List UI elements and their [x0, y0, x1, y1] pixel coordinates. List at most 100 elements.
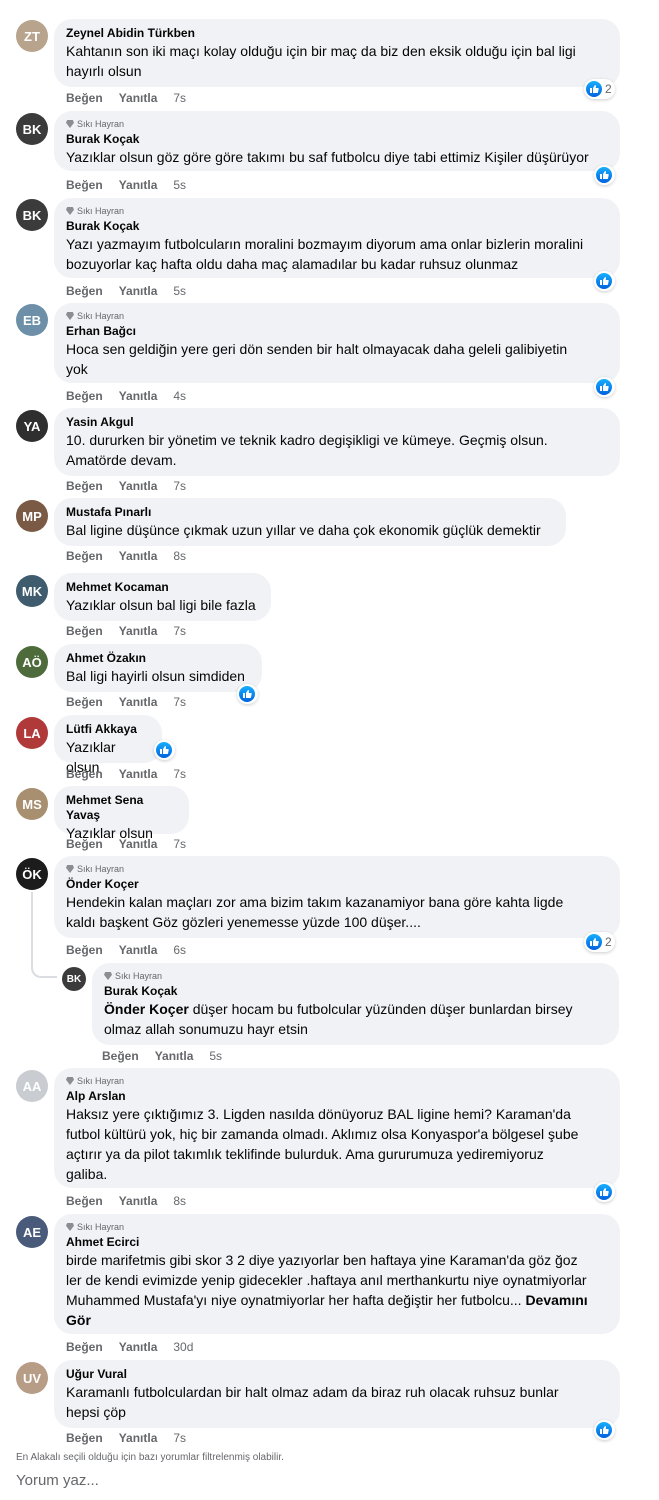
avatar[interactable]: MS [16, 788, 48, 820]
reaction-count[interactable]: 2 [584, 79, 615, 99]
comment-author[interactable]: Lütfi Akkaya [66, 722, 150, 737]
comment-time[interactable]: 30d [173, 1339, 193, 1355]
reply-button[interactable]: Yanıtla [119, 942, 158, 958]
avatar[interactable]: EB [16, 304, 48, 336]
comment-time[interactable]: 7s [173, 1430, 186, 1446]
like-button[interactable]: Beğen [66, 766, 103, 782]
reply-button[interactable]: Yanıtla [119, 177, 158, 193]
reply-button[interactable]: Yanıtla [155, 1048, 194, 1064]
like-button[interactable]: Beğen [66, 694, 103, 710]
comment-author[interactable]: Mustafa Pınarlı [66, 505, 554, 520]
comment-time[interactable]: 6s [173, 942, 186, 958]
like-button[interactable]: Beğen [66, 836, 103, 852]
reply-button[interactable]: Yanıtla [119, 388, 158, 404]
comment-author[interactable]: Ahmet Özakın [66, 651, 250, 666]
avatar[interactable]: MP [16, 500, 48, 532]
comment-text: Bal ligi hayirli olsun simdiden [66, 668, 245, 684]
avatar[interactable]: BK [62, 967, 86, 991]
like-button[interactable]: Beğen [66, 623, 103, 639]
comment-actions: Beğen Yanıtla 5s [66, 283, 186, 299]
like-reaction-icon [596, 1422, 612, 1438]
diamond-icon [104, 972, 112, 980]
reaction-count[interactable] [594, 1420, 615, 1440]
reply-button[interactable]: Yanıtla [119, 766, 158, 782]
avatar[interactable]: MK [16, 575, 48, 607]
reply-button[interactable]: Yanıtla [119, 548, 158, 564]
comment-author[interactable]: Erhan Bağcı [66, 324, 608, 339]
comment-time[interactable]: 8s [173, 548, 186, 564]
fan-badge: Sıkı Hayran [66, 118, 608, 130]
reply-button[interactable]: Yanıtla [119, 478, 158, 494]
like-button[interactable]: Beğen [66, 478, 103, 494]
comment-time[interactable]: 4s [173, 388, 186, 404]
comment-author[interactable]: Ahmet Ecirci [66, 1235, 608, 1250]
reply-button[interactable]: Yanıtla [119, 836, 158, 852]
mention-link[interactable]: Önder Koçer [104, 1001, 189, 1017]
comment-actions: Beğen Yanıtla 6s [66, 942, 186, 958]
reaction-count[interactable] [237, 684, 258, 704]
like-button[interactable]: Beğen [66, 1430, 103, 1446]
comment-author[interactable]: Burak Koçak [66, 219, 608, 234]
comment-text: Önder Koçer düşer hocam bu futbolcular y… [104, 1001, 573, 1037]
see-more-link[interactable]: Devamını [525, 1292, 587, 1308]
comment-time[interactable]: 5s [173, 283, 186, 299]
comment-time[interactable]: 7s [173, 836, 186, 852]
avatar[interactable]: ZT [16, 20, 48, 52]
comment-author[interactable]: Zeynel Abidin Türkben [66, 26, 608, 41]
write-comment-input[interactable]: Yorum yaz... [16, 1472, 616, 1492]
comment-time[interactable]: 7s [173, 90, 186, 106]
comment-author[interactable]: Burak Koçak [104, 984, 607, 999]
like-button[interactable]: Beğen [66, 388, 103, 404]
reaction-count[interactable] [594, 377, 615, 397]
avatar[interactable]: UV [16, 1362, 48, 1394]
reaction-count[interactable] [594, 271, 615, 291]
comment-bubble: Zeynel Abidin Türkben Kahtanın son iki m… [54, 19, 620, 87]
comment-time[interactable]: 5s [209, 1048, 222, 1064]
comment-author[interactable]: Yasin Akgul [66, 415, 608, 430]
like-reaction-icon [586, 81, 602, 97]
comment-time[interactable]: 7s [173, 623, 186, 639]
comment-time[interactable]: 7s [173, 478, 186, 494]
comment-time[interactable]: 7s [173, 766, 186, 782]
reaction-count[interactable] [154, 740, 175, 760]
comment-author[interactable]: Alp Arslan [66, 1089, 608, 1104]
reply-button[interactable]: Yanıtla [119, 283, 158, 299]
like-button[interactable]: Beğen [102, 1048, 139, 1064]
reply-button[interactable]: Yanıtla [119, 1430, 158, 1446]
reaction-count[interactable]: 2 [584, 932, 615, 952]
like-button[interactable]: Beğen [66, 90, 103, 106]
avatar[interactable]: BK [16, 199, 48, 231]
avatar[interactable]: AÖ [16, 646, 48, 678]
comment-bubble: Ahmet Özakın Bal ligi hayirli olsun simd… [54, 644, 262, 692]
reply-button[interactable]: Yanıtla [119, 90, 158, 106]
like-button[interactable]: Beğen [66, 283, 103, 299]
avatar[interactable]: AA [16, 1070, 48, 1102]
like-button[interactable]: Beğen [66, 942, 103, 958]
reaction-count[interactable] [594, 165, 615, 185]
reply-button[interactable]: Yanıtla [119, 623, 158, 639]
see-more-link-cont[interactable]: Gör [66, 1310, 608, 1330]
avatar[interactable]: YA [16, 410, 48, 442]
like-button[interactable]: Beğen [66, 177, 103, 193]
reaction-count[interactable] [594, 1182, 615, 1202]
avatar[interactable]: LA [16, 717, 48, 749]
comment-time[interactable]: 7s [173, 694, 186, 710]
comment-actions: Beğen Yanıtla 7s [66, 836, 186, 852]
reply-button[interactable]: Yanıtla [119, 1193, 158, 1209]
comment-author[interactable]: Önder Koçer [66, 877, 608, 892]
avatar[interactable]: BK [16, 113, 48, 145]
comment-actions: Beğen Yanıtla 4s [66, 388, 186, 404]
reply-button[interactable]: Yanıtla [119, 694, 158, 710]
comment-author[interactable]: Burak Koçak [66, 132, 608, 147]
comment-time[interactable]: 8s [173, 1193, 186, 1209]
like-button[interactable]: Beğen [66, 1339, 103, 1355]
comment-author[interactable]: Mehmet Sena Yavaş [66, 793, 177, 823]
avatar[interactable]: ÖK [16, 858, 48, 890]
like-button[interactable]: Beğen [66, 1193, 103, 1209]
comment-author[interactable]: Uğur Vural [66, 1367, 608, 1382]
avatar[interactable]: AE [16, 1216, 48, 1248]
comment-author[interactable]: Mehmet Kocaman [66, 580, 259, 595]
comment-time[interactable]: 5s [173, 177, 186, 193]
reply-button[interactable]: Yanıtla [119, 1339, 158, 1355]
like-button[interactable]: Beğen [66, 548, 103, 564]
